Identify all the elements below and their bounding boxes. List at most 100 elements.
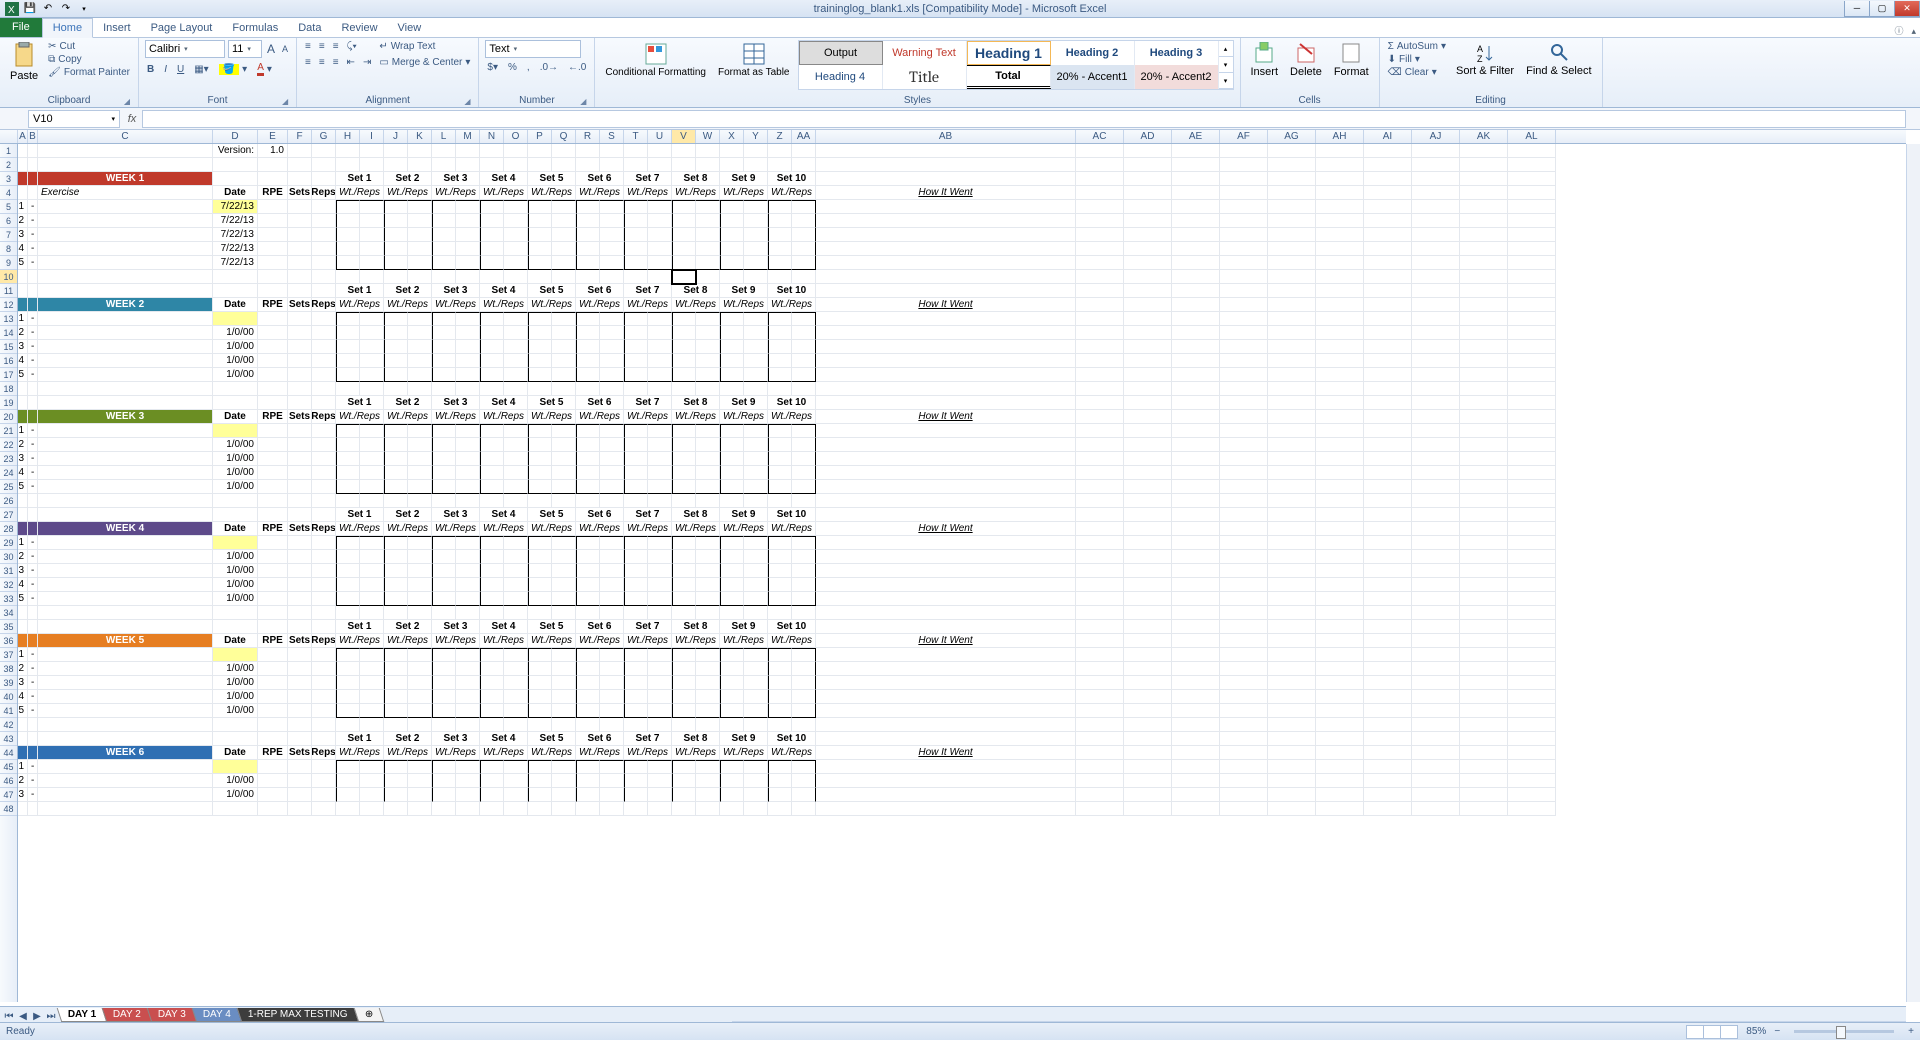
page-layout-view-icon[interactable]: [1703, 1025, 1721, 1039]
zoom-in-icon[interactable]: +: [1908, 1026, 1914, 1037]
align-bottom-icon[interactable]: ≡: [331, 40, 341, 53]
gallery-scroll[interactable]: ▴▾▾: [1219, 41, 1233, 89]
accounting-icon[interactable]: $▾: [485, 61, 500, 74]
alignment-dialog-icon[interactable]: ◢: [462, 97, 472, 107]
minimize-button[interactable]: ─: [1844, 1, 1870, 17]
sheet-tab-day2[interactable]: DAY 2: [102, 1008, 153, 1022]
help-icon[interactable]: ⓘ: [1890, 24, 1907, 37]
italic-button[interactable]: I: [162, 63, 169, 76]
increase-decimal-icon[interactable]: .0→: [538, 61, 560, 74]
number-dialog-icon[interactable]: ◢: [578, 97, 588, 107]
fill-color-button[interactable]: 🪣▾: [217, 63, 249, 76]
name-box[interactable]: V10▾: [28, 110, 120, 128]
zoom-out-icon[interactable]: −: [1774, 1026, 1780, 1037]
cell-grid[interactable]: Version:1.0WEEK 1Set 1Set 2Set 3Set 4Set…: [18, 144, 1906, 816]
style-accent2[interactable]: 20% - Accent2: [1135, 65, 1219, 89]
decrease-indent-icon[interactable]: ⇤: [345, 56, 357, 69]
qat-more-icon[interactable]: ▾: [76, 1, 92, 17]
normal-view-icon[interactable]: [1686, 1025, 1704, 1039]
ribbon-tabs: File Home Insert Page Layout Formulas Da…: [0, 18, 1920, 38]
style-heading4[interactable]: Heading 4: [799, 65, 883, 89]
formula-input[interactable]: [142, 110, 1906, 128]
svg-text:X: X: [8, 5, 15, 16]
data-tab[interactable]: Data: [288, 19, 331, 37]
wrap-text-button[interactable]: ↵Wrap Text: [377, 40, 472, 53]
decrease-decimal-icon[interactable]: ←.0: [566, 61, 588, 74]
paste-button[interactable]: Paste: [6, 40, 42, 84]
bold-button[interactable]: B: [145, 63, 156, 76]
merge-center-button[interactable]: ▭Merge & Center▾: [377, 56, 472, 69]
find-icon: [1549, 42, 1569, 64]
save-icon[interactable]: 💾: [22, 1, 38, 17]
zoom-slider[interactable]: [1794, 1030, 1894, 1033]
align-right-icon[interactable]: ≡: [331, 56, 341, 69]
format-cells-button[interactable]: Format: [1330, 40, 1373, 80]
number-format-select[interactable]: Text▾: [485, 40, 581, 58]
sheet-tab-1rm[interactable]: 1-REP MAX TESTING: [237, 1008, 359, 1022]
new-sheet-tab[interactable]: ⊕: [354, 1008, 385, 1022]
page-break-view-icon[interactable]: [1720, 1025, 1738, 1039]
underline-button[interactable]: U: [175, 63, 186, 76]
cell-styles-gallery[interactable]: Output Warning Text Heading 1 Heading 2 …: [798, 40, 1234, 90]
font-dialog-icon[interactable]: ◢: [280, 97, 290, 107]
style-heading1[interactable]: Heading 1: [967, 41, 1051, 65]
fx-icon[interactable]: fx: [122, 113, 142, 125]
format-painter-button[interactable]: 🖌Format Painter: [46, 66, 132, 79]
review-tab[interactable]: Review: [331, 19, 387, 37]
tab-nav-arrows[interactable]: ⏮◀▶⏭: [0, 1011, 60, 1022]
style-accent1[interactable]: 20% - Accent1: [1051, 65, 1135, 89]
align-left-icon[interactable]: ≡: [303, 56, 313, 69]
clear-button[interactable]: ⌫Clear▾: [1386, 66, 1448, 79]
style-total[interactable]: Total: [967, 65, 1051, 89]
font-name-select[interactable]: Calibri▾: [145, 40, 225, 58]
page-layout-tab[interactable]: Page Layout: [141, 19, 223, 37]
align-middle-icon[interactable]: ≡: [317, 40, 327, 53]
sort-filter-button[interactable]: AZSort & Filter: [1452, 40, 1518, 79]
style-warning[interactable]: Warning Text: [883, 41, 967, 65]
table-icon: [742, 42, 766, 66]
increase-indent-icon[interactable]: ⇥: [361, 56, 373, 69]
autosum-button[interactable]: ΣAutoSum▾: [1386, 40, 1448, 53]
border-button[interactable]: ▦▾: [192, 63, 210, 76]
sheet-tab-day4[interactable]: DAY 4: [192, 1008, 243, 1022]
view-tab[interactable]: View: [388, 19, 432, 37]
vertical-scrollbar[interactable]: [1906, 144, 1920, 1002]
style-heading2[interactable]: Heading 2: [1051, 41, 1135, 65]
sheet-tab-day3[interactable]: DAY 3: [147, 1008, 198, 1022]
align-center-icon[interactable]: ≡: [317, 56, 327, 69]
cells-group: Insert Delete Format Cells: [1241, 38, 1380, 107]
sheet-tab-day1[interactable]: DAY 1: [57, 1008, 108, 1022]
cut-button[interactable]: ✂Cut: [46, 40, 132, 53]
style-output[interactable]: Output: [799, 41, 883, 65]
format-as-table-button[interactable]: Format as Table: [714, 40, 794, 80]
insert-tab[interactable]: Insert: [93, 19, 141, 37]
maximize-button[interactable]: ▢: [1869, 1, 1895, 17]
align-top-icon[interactable]: ≡: [303, 40, 313, 53]
redo-icon[interactable]: ↷: [58, 1, 74, 17]
view-buttons[interactable]: [1687, 1025, 1738, 1039]
column-headers[interactable]: ABCDEFGHIJKLMNOPQRSTUVWXYZAAABACADAEAFAG…: [0, 130, 1906, 144]
font-color-button[interactable]: A▾: [255, 61, 274, 77]
style-title[interactable]: Title: [883, 65, 967, 89]
copy-button[interactable]: ⧉Copy: [46, 53, 132, 66]
file-tab[interactable]: File: [0, 17, 42, 37]
new-sheet-icon: ⊕: [365, 1009, 373, 1020]
ribbon-minimize-icon[interactable]: ▴: [1907, 26, 1920, 37]
style-heading3[interactable]: Heading 3: [1135, 41, 1219, 65]
shrink-font-icon[interactable]: A: [280, 40, 290, 58]
comma-icon[interactable]: ,: [525, 61, 532, 74]
font-size-select[interactable]: 11▾: [228, 40, 262, 58]
home-tab[interactable]: Home: [42, 18, 93, 38]
find-select-button[interactable]: Find & Select: [1522, 40, 1595, 79]
close-button[interactable]: ✕: [1894, 1, 1920, 17]
delete-cells-button[interactable]: Delete: [1286, 40, 1326, 80]
grow-font-icon[interactable]: A: [265, 40, 277, 58]
insert-cells-button[interactable]: Insert: [1247, 40, 1283, 80]
clipboard-dialog-icon[interactable]: ◢: [122, 97, 132, 107]
fill-button[interactable]: ⬇Fill▾: [1386, 53, 1448, 66]
conditional-formatting-button[interactable]: Conditional Formatting: [601, 40, 710, 80]
undo-icon[interactable]: ↶: [40, 1, 56, 17]
orientation-icon[interactable]: ⤹▾: [345, 40, 359, 53]
formulas-tab[interactable]: Formulas: [222, 19, 288, 37]
percent-icon[interactable]: %: [506, 61, 519, 74]
